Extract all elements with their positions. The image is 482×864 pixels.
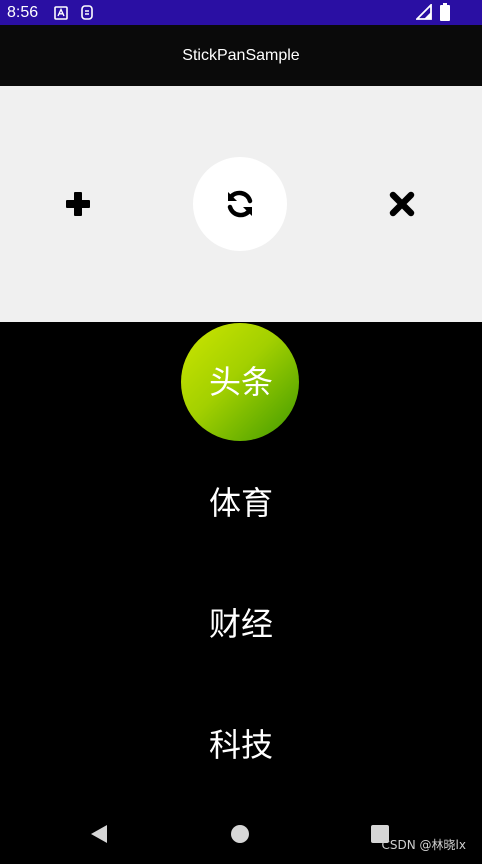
- watermark: CSDN @林晓lx: [381, 838, 466, 852]
- plus-icon: [66, 192, 90, 216]
- refresh-icon: [227, 190, 253, 218]
- tab-label: 科技: [208, 726, 273, 764]
- tab-label: 头条: [208, 363, 273, 401]
- home-icon: [231, 825, 249, 843]
- add-button[interactable]: [60, 186, 96, 222]
- app-bar: StickPanSample: [0, 25, 482, 86]
- navigation-bar: CSDN @林晓lx: [0, 810, 482, 864]
- refresh-button[interactable]: [193, 157, 287, 251]
- battery-icon: [440, 3, 450, 25]
- tab-keji[interactable]: 科技: [0, 685, 482, 805]
- back-icon: [91, 825, 107, 843]
- status-bar: 8:56: [0, 0, 482, 25]
- back-button[interactable]: [89, 824, 109, 848]
- status-time: 8:56: [7, 4, 39, 21]
- toolbar-panel: [0, 86, 482, 322]
- signal-icon: [414, 2, 432, 24]
- app-title: StickPanSample: [182, 47, 300, 64]
- a-box-icon: [54, 5, 68, 24]
- home-button[interactable]: [230, 824, 250, 848]
- tab-list: 头条 体育 财经 科技: [0, 322, 482, 810]
- tab-caijing[interactable]: 财经: [0, 564, 482, 684]
- tab-label: 体育: [208, 484, 273, 522]
- notification-icon: [80, 5, 94, 24]
- tab-toutiao[interactable]: 头条: [0, 322, 482, 442]
- tab-tiyu[interactable]: 体育: [0, 443, 482, 563]
- close-icon: [389, 191, 415, 217]
- close-button[interactable]: [384, 186, 420, 222]
- tab-label: 财经: [208, 605, 273, 643]
